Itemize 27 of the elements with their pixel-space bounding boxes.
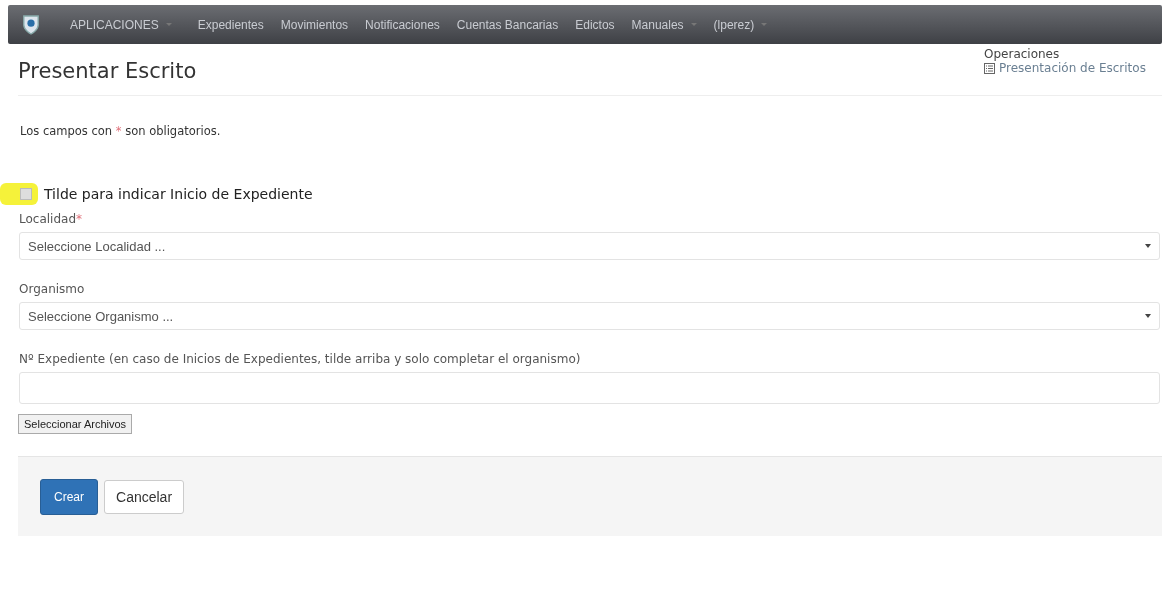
nav-menu-item[interactable]: Expedientes [197, 17, 264, 32]
field-label: Localidad* [19, 212, 84, 226]
checkbox[interactable] [20, 188, 32, 200]
checkbox-label: Tilde para indicar Inicio de Expediente [44, 186, 313, 202]
operations-link[interactable]: Presentación de Escritos [999, 61, 1146, 75]
page-title: Presentar Escrito [18, 59, 197, 83]
nav-menu-item[interactable]: Movimientos [280, 17, 349, 32]
select-files-button[interactable]: Seleccionar Archivos [18, 414, 133, 434]
input-field[interactable] [19, 372, 1160, 404]
field-label: Organismo [19, 282, 86, 296]
caret-icon [1145, 314, 1151, 318]
nav-menu-item[interactable]: APLICACIONES [70, 17, 172, 32]
caret-icon [1145, 244, 1151, 248]
field-label: Nº Expediente (en caso de Inicios de Expedientes, tilde arriba y solo completar el organismo) [19, 352, 582, 366]
nav-menu-item[interactable]: Cuentas Bancarias [456, 17, 559, 32]
nav-menu-item[interactable]: Manuales [631, 17, 697, 32]
nav-menu-item[interactable]: Notificaciones [365, 17, 440, 32]
list-icon [984, 62, 995, 74]
select-dropdown[interactable]: Seleccione Organismo ... [19, 302, 1160, 330]
select-dropdown[interactable]: Seleccione Localidad ... [19, 232, 1160, 260]
nav-menu-item[interactable]: Edictos [575, 17, 615, 32]
action-button[interactable]: Cancelar [104, 479, 185, 514]
nav-menu-item[interactable]: (lperez) [713, 17, 768, 32]
operations-heading: Operaciones [984, 47, 1061, 61]
shield-logo-icon[interactable] [22, 13, 40, 36]
action-button[interactable]: Crear [40, 478, 98, 515]
required-fields-note: Los campos con * son obligatorios. [20, 124, 222, 138]
